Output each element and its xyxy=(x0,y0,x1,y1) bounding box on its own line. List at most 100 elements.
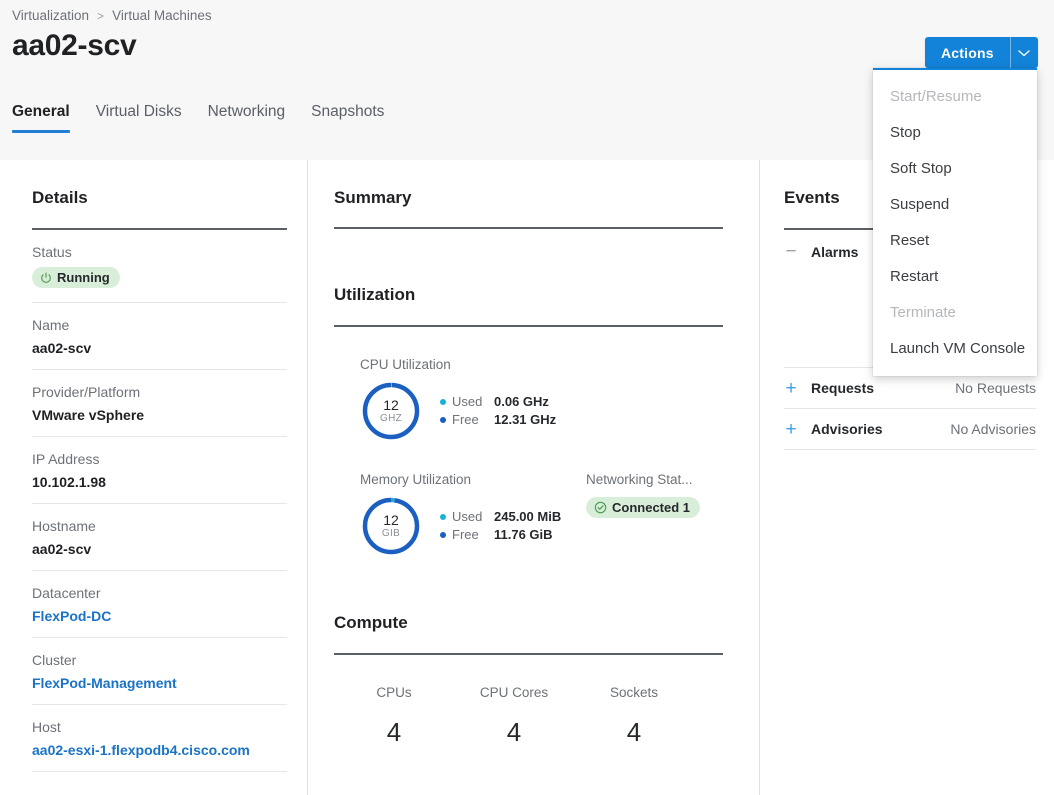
detail-label-host: Host xyxy=(32,718,61,735)
compute-cell-cpu-cores: CPU Cores 4 xyxy=(454,685,574,748)
menu-item-terminate: Terminate xyxy=(890,303,956,321)
cpu-used-value: 0.06 GHz xyxy=(494,394,549,409)
detail-row-cluster: Cluster FlexPod-Management xyxy=(32,638,287,705)
actions-dropdown-toggle[interactable] xyxy=(1009,37,1038,68)
detail-label-cluster: Cluster xyxy=(32,651,77,668)
detail-value-cluster[interactable]: FlexPod-Management xyxy=(32,675,287,691)
vm-general-page: Virtualization > Virtual Machines aa02-s… xyxy=(0,0,1054,795)
event-name-alarms: Alarms xyxy=(811,243,859,260)
detail-value-ip-address: 10.102.1.98 xyxy=(32,473,106,490)
tab-snapshots[interactable]: Snapshots xyxy=(311,103,384,133)
memory-free-dot-icon xyxy=(440,532,446,538)
memory-donut-total: 12 xyxy=(383,512,399,529)
breadcrumb-separator-icon: > xyxy=(97,8,105,23)
tab-general[interactable]: General xyxy=(12,103,70,133)
event-name-requests: Requests xyxy=(811,380,875,396)
detail-row-datacenter: Datacenter FlexPod-DC xyxy=(32,571,287,638)
cpu-utilization-block: CPU Utilization 12 GHZ Used 0.06 GHz Fre… xyxy=(334,357,723,442)
menu-item-suspend[interactable]: Suspend xyxy=(873,186,1037,222)
detail-label-hostname: Hostname xyxy=(32,517,96,534)
networking-status-badge-label: Connected 1 xyxy=(612,500,691,515)
summary-title: Summary xyxy=(334,188,412,207)
detail-label-ip-address: IP Address xyxy=(32,450,100,467)
compute-label-sockets: Sockets xyxy=(609,685,659,700)
detail-value-host[interactable]: aa02-esxi-1.flexpodb4.cisco.com xyxy=(32,742,287,758)
compute-label-cpu-cores: CPU Cores xyxy=(479,685,549,700)
compute-grid: CPUs 4 CPU Cores 4 Sockets 4 xyxy=(334,685,723,748)
detail-row-ip-address: IP Address 10.102.1.98 xyxy=(32,437,287,504)
memory-donut-unit: GIB xyxy=(381,527,401,539)
expand-plus-icon[interactable]: + xyxy=(784,379,798,398)
compute-label-cpus: CPUs xyxy=(376,685,412,700)
actions-button[interactable]: Actions xyxy=(925,37,1038,68)
memory-utilization-block: Memory Utilization 12 GIB Used 245.00 Mi… xyxy=(334,472,723,557)
event-name-advisories: Advisories xyxy=(811,421,883,437)
memory-used-value: 245.00 MiB xyxy=(494,509,562,524)
compute-value-cpus: 4 xyxy=(386,717,402,747)
breadcrumb-root[interactable]: Virtualization xyxy=(12,8,89,23)
power-icon xyxy=(41,271,51,283)
tab-bar: General Virtual Disks Networking Snapsho… xyxy=(12,103,384,133)
cpu-legend-used: Used 0.06 GHz xyxy=(440,393,556,411)
page-title: aa02-scv xyxy=(12,29,137,62)
expand-plus-icon[interactable]: + xyxy=(784,420,798,439)
detail-label-provider-platform: Provider/Platform xyxy=(32,383,141,400)
menu-item-stop[interactable]: Stop xyxy=(873,114,1037,150)
status-badge: Running xyxy=(32,267,120,288)
networking-status-block: Networking Stat... Connected 1 xyxy=(586,472,701,519)
detail-row-hostname: Hostname aa02-scv xyxy=(32,504,287,571)
detail-row-provider-platform: Provider/Platform VMware vSphere xyxy=(32,370,287,437)
breadcrumb: Virtualization > Virtual Machines xyxy=(12,8,212,23)
networking-status-label: Networking Stat... xyxy=(586,472,693,487)
memory-legend: Used 245.00 MiB Free 11.76 GiB xyxy=(440,508,561,544)
event-status-requests: No Requests xyxy=(955,380,1036,396)
actions-button-group: Actions xyxy=(925,37,1038,68)
actions-button-label: Actions xyxy=(941,44,994,61)
tab-virtual-disks[interactable]: Virtual Disks xyxy=(96,103,182,133)
cpu-legend-free: Free 12.31 GHz xyxy=(440,411,556,429)
detail-value-datacenter[interactable]: FlexPod-DC xyxy=(32,608,287,624)
memory-used-dot-icon xyxy=(440,514,446,520)
actions-dropdown-menu: Start/Resume Stop Soft Stop Suspend Rese… xyxy=(873,68,1037,376)
menu-item-launch-vm-console[interactable]: Launch VM Console xyxy=(873,330,1037,366)
detail-label-status: Status xyxy=(32,244,72,260)
compute-cell-cpus: CPUs 4 xyxy=(334,685,454,748)
memory-legend-used: Used 245.00 MiB xyxy=(440,508,561,526)
collapse-minus-icon[interactable]: − xyxy=(784,242,798,261)
menu-item-start-resume: Start/Resume xyxy=(890,87,982,105)
detail-label-name: Name xyxy=(32,316,70,333)
breadcrumb-current[interactable]: Virtual Machines xyxy=(112,8,212,23)
detail-value-provider-platform: VMware vSphere xyxy=(32,406,145,423)
detail-value-hostname: aa02-scv xyxy=(32,540,92,557)
cpu-donut-unit: GHZ xyxy=(379,412,402,424)
menu-item-restart[interactable]: Restart xyxy=(873,258,1037,294)
event-row-advisories[interactable]: + Advisories No Advisories xyxy=(784,409,1036,450)
detail-row-host: Host aa02-esxi-1.flexpodb4.cisco.com xyxy=(32,705,287,772)
check-circle-icon xyxy=(594,501,607,514)
memory-used-key: Used xyxy=(452,509,483,524)
utilization-title: Utilization xyxy=(334,285,416,304)
cpu-used-dot-icon xyxy=(440,399,446,405)
cpu-legend: Used 0.06 GHz Free 12.31 GHz xyxy=(440,393,556,429)
compute-cell-sockets: Sockets 4 xyxy=(574,685,694,748)
compute-title: Compute xyxy=(334,613,408,632)
detail-label-datacenter: Datacenter xyxy=(32,584,101,601)
event-status-advisories: No Advisories xyxy=(950,421,1036,437)
cpu-free-key: Free xyxy=(452,412,479,427)
networking-status-badge: Connected 1 xyxy=(586,497,701,518)
cpu-free-dot-icon xyxy=(440,417,446,423)
tab-networking[interactable]: Networking xyxy=(208,103,286,133)
memory-legend-free: Free 11.76 GiB xyxy=(440,526,561,544)
status-badge-label: Running xyxy=(57,270,110,285)
summary-divider xyxy=(334,227,723,229)
detail-row-name: Name aa02-scv xyxy=(32,303,287,370)
compute-value-sockets: 4 xyxy=(626,717,642,747)
detail-value-name: aa02-scv xyxy=(32,339,92,356)
compute-value-cpu-cores: 4 xyxy=(506,717,522,747)
cpu-donut-total: 12 xyxy=(383,397,399,414)
memory-free-key: Free xyxy=(452,527,479,542)
menu-item-reset[interactable]: Reset xyxy=(873,222,1037,258)
memory-donut-chart: 12 GIB xyxy=(360,495,422,557)
cpu-free-value: 12.31 GHz xyxy=(494,412,557,427)
menu-item-soft-stop[interactable]: Soft Stop xyxy=(873,150,1037,186)
